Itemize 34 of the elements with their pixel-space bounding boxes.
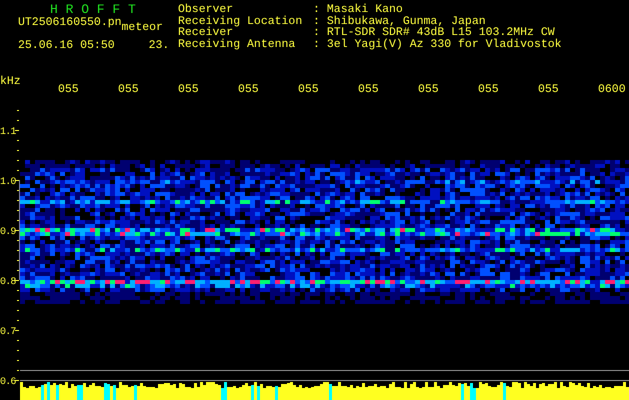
frequency-label: 0.9 — [0, 227, 16, 238]
time-label: 055 — [358, 83, 379, 96]
time-label: 055 — [478, 83, 499, 96]
frequency-label: 0.7 — [0, 327, 16, 338]
time-label: 0600 — [598, 83, 626, 96]
info-label: Receiver — [178, 27, 234, 38]
time-label: 055 — [118, 83, 139, 96]
frequency-label: 0.8 — [0, 277, 16, 288]
info-value: RTL-SDR SDR# 43dB L15 103.2MHz CW — [326, 27, 555, 38]
separator-label: : — [313, 16, 320, 27]
date-time: 25.06.16 05:50 — [18, 40, 115, 51]
time-label: 055 — [418, 83, 439, 96]
separator-label: : — [313, 4, 320, 16]
info-value: Masaki Kano — [326, 4, 403, 16]
separator-label: : — [313, 38, 320, 50]
time-label: 055 — [58, 83, 79, 96]
mode-label: meteor — [122, 22, 163, 34]
info-value: 3el Yagi(V) Az 330 for Vladivostok — [326, 38, 562, 50]
frequency-label: 1.1 — [0, 127, 16, 138]
info-label: Receiving Location — [178, 16, 304, 27]
file-name: UT2506160550.pn — [18, 17, 122, 31]
unit-label: kHz — [0, 75, 21, 88]
app-title: H R O F F T — [50, 1, 137, 17]
info-value: Shibukawa, Gunma, Japan — [326, 16, 486, 27]
separator-label: : — [313, 27, 320, 38]
time-label: 055 — [238, 83, 259, 96]
frequency-label: 0.6 — [0, 377, 16, 388]
time-label: 055 — [538, 83, 559, 96]
info-label: Observer — [178, 4, 234, 16]
count-label: 23. — [148, 40, 170, 51]
info-label: Receiving Antenna — [178, 38, 296, 50]
time-label: 055 — [298, 83, 319, 96]
frequency-label: 1.0 — [0, 177, 16, 188]
time-label: 055 — [178, 83, 199, 96]
